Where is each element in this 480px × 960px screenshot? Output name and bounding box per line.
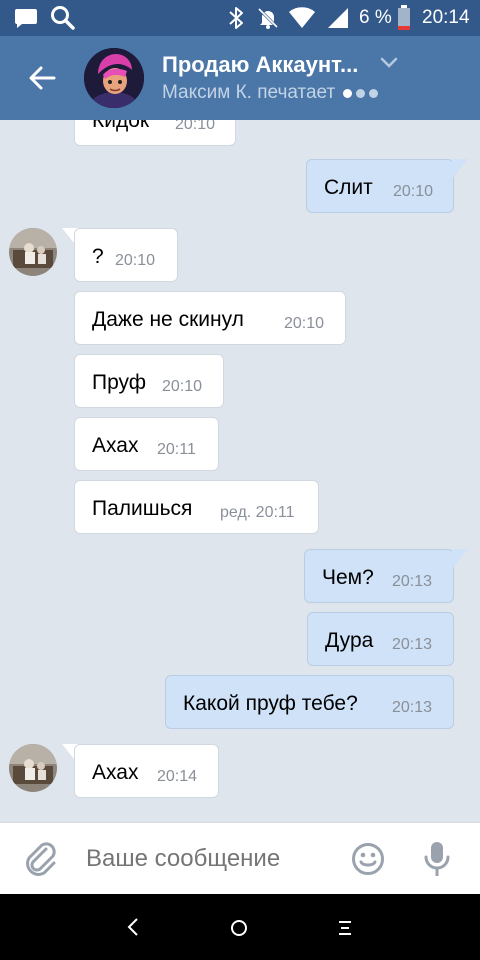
message-time: 20:11 <box>157 441 196 458</box>
message-bubble-incoming[interactable]: Пруф 20:10 <box>74 354 224 408</box>
wifi-icon <box>288 0 316 36</box>
message-text: Чем? <box>322 566 374 589</box>
message-text: Какой пруф тебе? <box>183 692 358 715</box>
search-notification-icon <box>50 0 76 36</box>
message-text: Слит <box>324 176 373 199</box>
back-button[interactable] <box>24 60 60 96</box>
message-bubble-outgoing[interactable]: Чем? 20:13 <box>304 549 454 603</box>
message-input[interactable] <box>80 837 342 881</box>
microphone-icon[interactable] <box>422 840 452 883</box>
nav-recents-icon[interactable] <box>334 917 356 944</box>
message-time: 20:14 <box>157 768 198 785</box>
clock: 20:14 <box>422 7 470 28</box>
message-text: Палишься <box>92 497 193 520</box>
message-time: 20:10 <box>393 183 434 200</box>
message-text: Пруф <box>92 371 147 394</box>
message-bubble-incoming[interactable]: Кидок 20:10 <box>74 120 236 146</box>
bubble-tail <box>452 549 468 569</box>
message-time: 20:10 <box>284 315 325 332</box>
typing-status: Максим К. печатает <box>162 82 379 104</box>
battery-icon <box>397 0 411 36</box>
smile-icon[interactable] <box>351 842 385 881</box>
message-bubble-incoming[interactable]: Ахах 20:11 <box>74 417 219 471</box>
chevron-down-icon[interactable] <box>380 56 398 74</box>
message-list[interactable]: Кидок 20:10 Слит 20:10 ? 20:10 Даже не с… <box>0 120 480 822</box>
message-text: Дура <box>325 629 374 652</box>
message-time: 20:13 <box>392 636 433 653</box>
message-bubble-incoming[interactable]: ? 20:10 <box>74 228 178 282</box>
message-bubble-outgoing[interactable]: Какой пруф тебе? 20:13 <box>165 675 454 729</box>
typing-status-text: Максим К. печатает <box>162 82 336 103</box>
message-time: ред. 20:11 <box>220 504 295 521</box>
message-time: 20:13 <box>392 573 433 590</box>
arrow-left-icon <box>29 66 56 90</box>
message-bubble-outgoing[interactable]: Слит 20:10 <box>306 159 454 213</box>
chat-avatar[interactable] <box>84 48 144 108</box>
paperclip-icon[interactable] <box>24 841 58 884</box>
sender-avatar[interactable] <box>9 744 57 792</box>
message-text: Кидок <box>92 120 150 132</box>
message-composer <box>0 822 480 894</box>
message-time: 20:13 <box>392 699 433 716</box>
chat-title[interactable]: Продаю Аккаунт... <box>162 52 358 78</box>
signal-icon <box>326 0 350 36</box>
message-bubble-incoming[interactable]: Ахах 20:14 <box>74 744 219 798</box>
mute-icon <box>256 0 280 36</box>
message-text: Ахах <box>92 761 139 784</box>
message-text: ? <box>92 245 104 268</box>
message-time: 20:10 <box>115 252 156 269</box>
chat-header: Продаю Аккаунт... Максим К. печатает <box>0 36 480 120</box>
message-time: 20:10 <box>175 120 216 133</box>
bluetooth-icon <box>226 0 246 36</box>
status-bar: 6 % 20:14 <box>0 0 480 36</box>
nav-home-icon[interactable] <box>229 918 249 943</box>
bubble-tail <box>452 159 468 179</box>
message-time: 20:10 <box>162 378 203 395</box>
typing-dots-icon <box>343 88 379 98</box>
message-text: Даже не скинул <box>92 308 244 331</box>
message-bubble-outgoing[interactable]: Дура 20:13 <box>307 612 454 666</box>
battery-percent: 6 % <box>359 7 392 28</box>
system-navigation-bar <box>0 894 480 960</box>
nav-back-icon[interactable] <box>124 916 144 943</box>
message-notification-icon <box>14 0 38 36</box>
message-text: Ахах <box>92 434 139 457</box>
message-bubble-incoming[interactable]: Палишься ред. 20:11 <box>74 480 319 534</box>
sender-avatar[interactable] <box>9 228 57 276</box>
message-bubble-incoming[interactable]: Даже не скинул 20:10 <box>74 291 346 345</box>
